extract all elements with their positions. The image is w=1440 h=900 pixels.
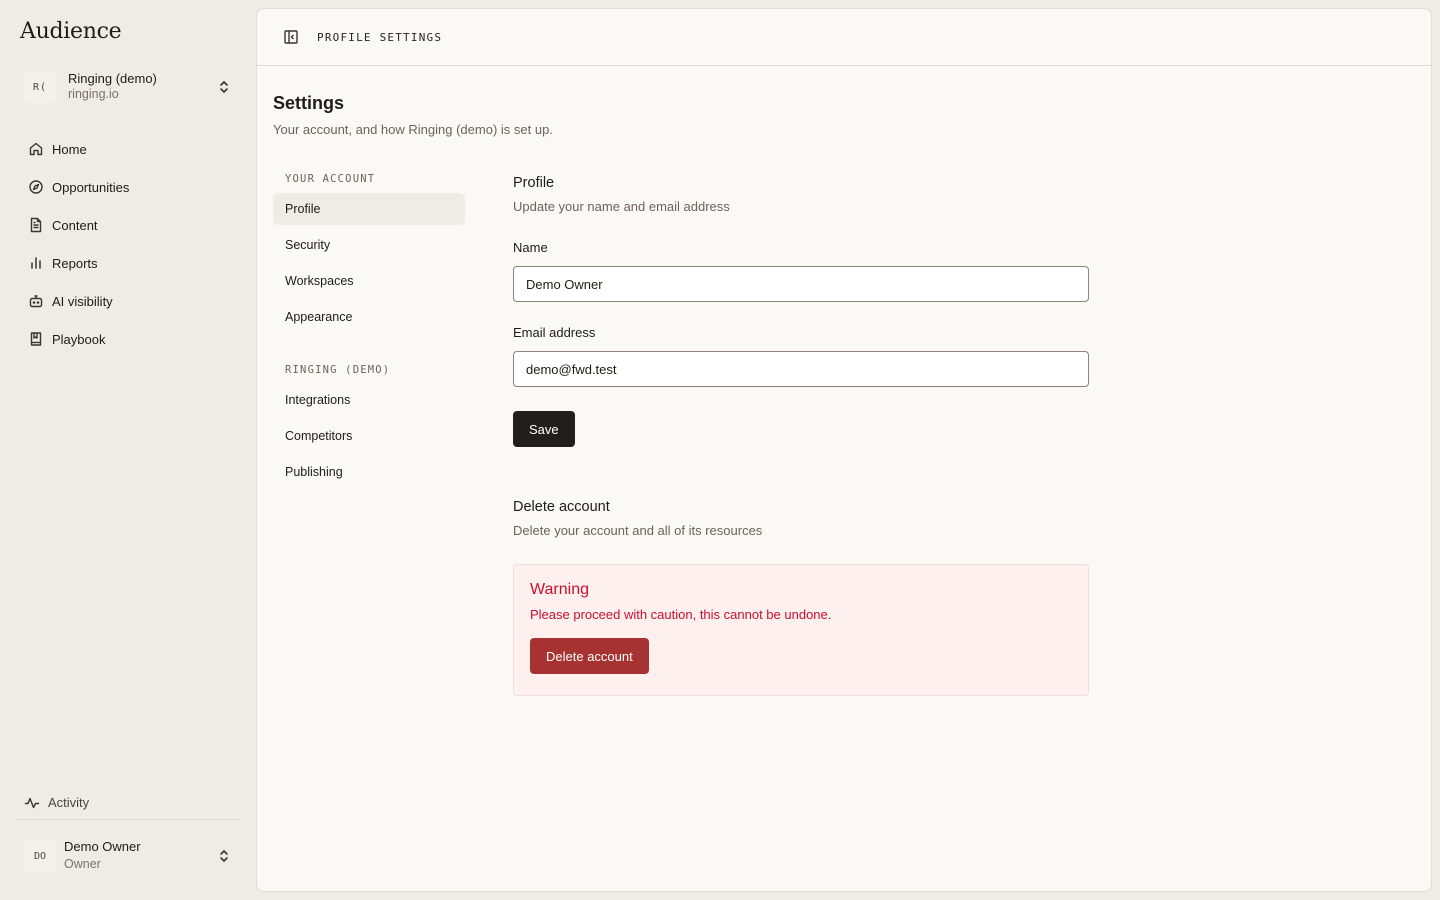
user-menu[interactable]: DO Demo Owner Owner [24,838,240,874]
nav-item-playbook[interactable]: Playbook [16,320,240,358]
user-info: Demo Owner Owner [64,839,216,872]
main-nav: Home Opportunities Content Reports AI vi… [16,130,240,358]
book-icon [30,332,42,346]
page-title: Settings [273,93,345,113]
nav-item-home[interactable]: Home [16,130,240,168]
settings-nav-heading-account: YOUR ACCOUNT [285,173,376,185]
main-panel: PROFILE SETTINGS Settings Your account, … [256,8,1432,892]
brand-logo[interactable]: Audience [20,19,122,44]
email-field[interactable] [513,351,1089,387]
warning-title: Warning [530,581,589,598]
workspace-switcher[interactable]: R( Ringing (demo) ringing.io [24,66,240,108]
settings-nav-item-profile[interactable]: Profile [273,193,465,225]
nav-item-content[interactable]: Content [16,206,240,244]
document-icon [30,217,42,233]
delete-section-subtitle: Delete your account and all of its resou… [513,523,763,538]
settings-nav-item-workspaces[interactable]: Workspaces [273,265,465,297]
activity-icon [24,797,40,808]
email-label: Email address [513,325,596,340]
nav-item-opportunities[interactable]: Opportunities [16,168,240,206]
delete-section-title: Delete account [513,499,610,515]
nav-item-label: Reports [52,255,98,271]
bar-chart-icon [31,257,41,269]
delete-account-button[interactable]: Delete account [530,638,649,674]
nav-item-label: Playbook [52,331,106,347]
settings-nav-item-appearance[interactable]: Appearance [273,301,465,333]
nav-item-label: AI visibility [52,293,113,309]
chevron-up-down-icon [220,850,228,862]
sidebar-collapse-icon[interactable] [283,29,299,45]
page-subtitle: Your account, and how Ringing (demo) is … [273,122,553,137]
profile-content: Profile Update your name and email addre… [513,175,1089,696]
robot-icon [29,295,43,308]
settings-nav-spacer [273,333,465,360]
profile-section-title: Profile [513,175,555,191]
workspace-domain: ringing.io [68,87,119,102]
nav-item-label: Content [52,217,98,233]
topbar-title: PROFILE SETTINGS [317,30,443,44]
warning-text: Please proceed with caution, this cannot… [530,607,832,622]
settings-nav-item-integrations[interactable]: Integrations [273,384,465,416]
activity-label: Activity [48,795,90,810]
delete-account-section: Delete account Delete your account and a… [513,499,1089,696]
settings-nav-item-publishing[interactable]: Publishing [273,456,465,488]
nav-item-ai-visibility[interactable]: AI visibility [16,282,240,320]
name-field[interactable] [513,266,1089,302]
nav-item-label: Home [52,141,87,157]
nav-item-label: Opportunities [52,179,130,195]
workspace-avatar: R( [24,71,56,103]
compass-icon [29,180,43,194]
workspace-name: Ringing (demo) [68,71,157,87]
user-avatar: DO [24,840,56,872]
name-label: Name [513,240,548,255]
sidebar: Audience R( Ringing (demo) ringing.io Ho… [0,0,256,900]
settings-nav-item-competitors[interactable]: Competitors [273,420,465,452]
settings-nav-item-security[interactable]: Security [273,229,465,261]
activity-link[interactable]: Activity [16,786,240,820]
user-role: Owner [64,857,101,872]
workspace-info: Ringing (demo) ringing.io [68,71,216,103]
save-button[interactable]: Save [513,411,575,447]
chevron-up-down-icon [220,81,228,93]
home-icon [29,142,43,156]
user-name: Demo Owner [64,839,141,855]
warning-box: Warning Please proceed with caution, thi… [513,564,1089,696]
profile-section-subtitle: Update your name and email address [513,199,730,214]
settings-nav-heading-org: RINGING (DEMO) [285,364,391,376]
settings-nav: YOUR ACCOUNT Profile Security Workspaces… [273,169,465,488]
nav-item-reports[interactable]: Reports [16,244,240,282]
topbar: PROFILE SETTINGS [257,9,1431,66]
